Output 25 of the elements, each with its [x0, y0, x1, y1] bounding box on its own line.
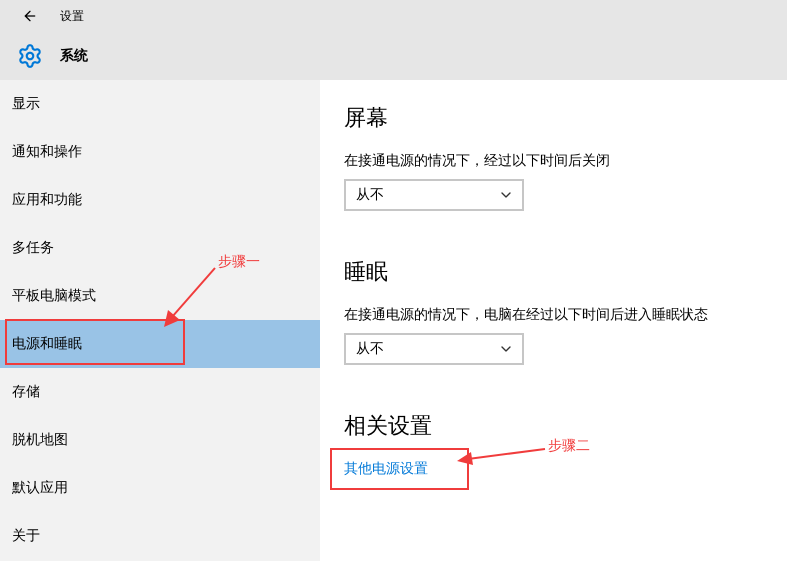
back-icon[interactable] — [22, 8, 38, 24]
sidebar-item[interactable]: 关于 — [0, 512, 48, 560]
settings-link[interactable]: 其他电源设置 — [344, 458, 428, 478]
sidebar-item[interactable]: 存储 — [0, 368, 48, 416]
window-title: 设置 — [60, 8, 84, 24]
annotation-label: 步骤二 — [548, 437, 590, 455]
sidebar-item[interactable]: 多任务 — [0, 224, 62, 272]
sidebar-item[interactable]: 平板电脑模式 — [0, 272, 104, 320]
sidebar-item[interactable]: 应用和功能 — [0, 176, 90, 224]
sidebar-item[interactable]: 显示 — [0, 80, 48, 128]
section-heading: 睡眠 — [344, 258, 388, 286]
section-heading: 屏幕 — [344, 104, 388, 132]
sidebar-item[interactable]: 电源和睡眠 — [0, 320, 320, 368]
section-heading: 相关设置 — [344, 412, 432, 440]
dropdown[interactable]: 从不 — [344, 179, 524, 211]
section-description: 在接通电源的情况下，经过以下时间后关闭 — [344, 151, 610, 170]
annotation-label: 步骤一 — [218, 253, 260, 271]
page-title: 系统 — [60, 47, 88, 65]
sidebar-item[interactable]: 通知和操作 — [0, 128, 90, 176]
gear-icon — [17, 43, 43, 69]
sidebar-item[interactable]: 默认应用 — [0, 464, 76, 512]
dropdown[interactable]: 从不 — [344, 333, 524, 365]
sidebar-item[interactable]: 脱机地图 — [0, 416, 76, 464]
section-description: 在接通电源的情况下，电脑在经过以下时间后进入睡眠状态 — [344, 305, 708, 324]
annotation-arrow — [164, 267, 216, 327]
